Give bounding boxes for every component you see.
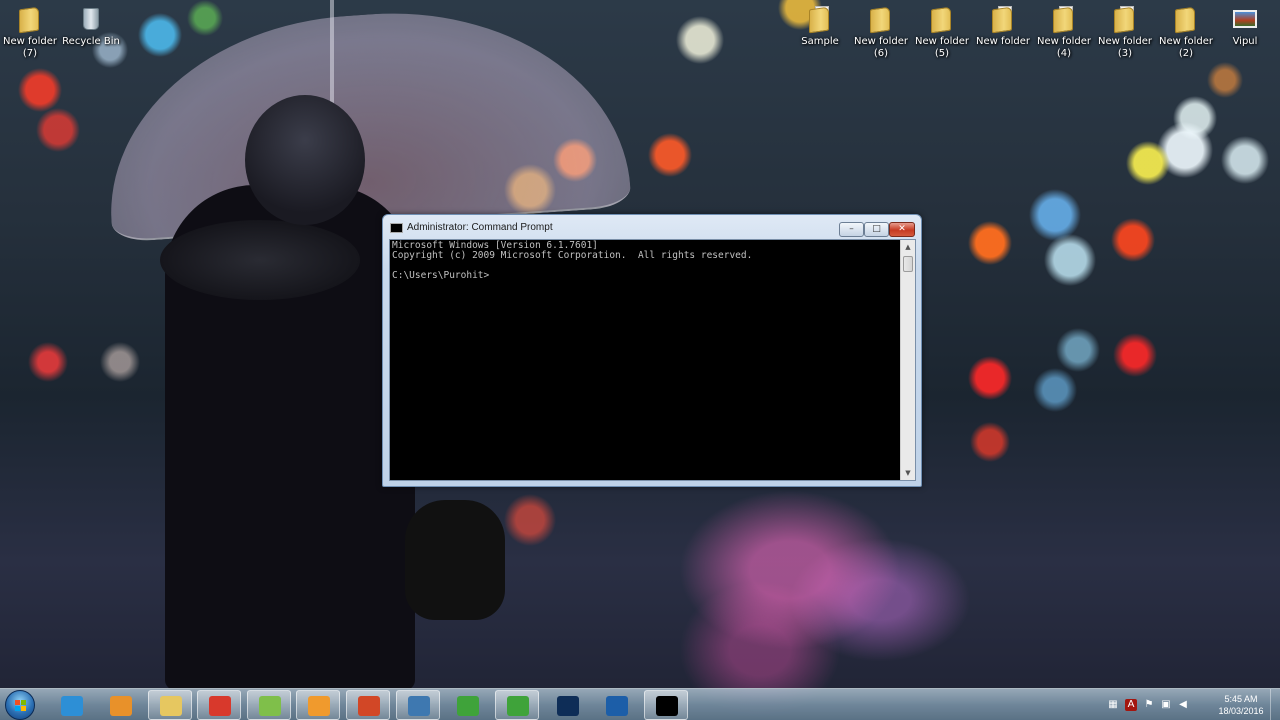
scroll-down-arrow-icon[interactable]: ▼	[901, 466, 915, 480]
desk-icon-label: (2)	[1178, 48, 1194, 59]
clock[interactable]: 5:45 AM 18/03/2016	[1213, 693, 1269, 717]
folder-icon	[807, 4, 833, 34]
recycle-bin-icon	[78, 4, 104, 34]
desk-icon-label: (7)	[22, 48, 38, 59]
folder-icon	[1112, 4, 1138, 34]
clock-date: 18/03/2016	[1218, 706, 1264, 716]
start-button[interactable]	[5, 690, 35, 720]
file-explorer-icon	[160, 696, 182, 716]
taskbar-sublime-text[interactable]	[296, 690, 340, 720]
media-center-icon	[606, 696, 628, 716]
internet-explorer-icon	[61, 696, 83, 716]
console-line: Copyright (c) 2009 Microsoft Corporation…	[392, 250, 753, 261]
desk-icon-label: (6)	[873, 48, 889, 59]
taskbar-command-prompt[interactable]	[644, 690, 688, 720]
desk-icon-label: (3)	[1117, 48, 1133, 59]
windows-update-icon[interactable]: ▦	[1107, 699, 1119, 711]
window-titlebar[interactable]: Administrator: Command Prompt – □ ✕	[383, 215, 921, 239]
picture-icon	[1232, 4, 1258, 34]
background-figure-head	[245, 95, 365, 225]
taskbar-microsoft-office[interactable]	[346, 690, 390, 720]
desk-icon-label: (4)	[1056, 48, 1072, 59]
desk-icon-sample[interactable]: Sample	[791, 4, 849, 48]
vertical-scrollbar[interactable]: ▲ ▼	[900, 240, 915, 480]
camtasia-recorder-icon	[507, 696, 529, 716]
taskbar: ▦ A ⚑ ▣ ◀ 5:45 AM 18/03/2016	[0, 688, 1280, 720]
office-icon	[358, 696, 380, 716]
scroll-up-arrow-icon[interactable]: ▲	[901, 240, 915, 254]
desk-icon-new-folder-5[interactable]: New folder (5)	[913, 4, 971, 60]
taskbar-file-explorer[interactable]	[148, 690, 192, 720]
desk-icon-new-folder-2[interactable]: New folder (2)	[1157, 4, 1215, 60]
background-figure-collar	[160, 220, 360, 300]
desk-icon-label: New folder	[853, 36, 909, 47]
desk-icon-label: (5)	[934, 48, 950, 59]
command-prompt-icon[interactable]	[390, 223, 403, 233]
folder-icon	[990, 4, 1016, 34]
desk-icon-label: New folder	[914, 36, 970, 47]
close-button[interactable]: ✕	[889, 222, 915, 237]
background-handbag	[405, 500, 505, 620]
desk-icon-recycle-bin[interactable]: Recycle Bin	[62, 4, 120, 48]
desk-icon-new-folder-6[interactable]: New folder (6)	[852, 4, 910, 60]
desk-icon-label: New folder	[1036, 36, 1092, 47]
taskbar-chrome[interactable]	[197, 690, 241, 720]
desk-icon-new-folder[interactable]: New folder	[974, 4, 1032, 48]
taskbar-camtasia[interactable]	[445, 690, 489, 720]
folder-icon	[17, 4, 43, 34]
scroll-thumb[interactable]	[903, 256, 913, 272]
console-output: Microsoft Windows [Version 6.1.7601] Copy…	[392, 241, 900, 281]
camtasia-icon	[457, 696, 479, 716]
action-center-flag-icon[interactable]: ⚑	[1143, 699, 1155, 711]
windows-logo-icon	[15, 700, 27, 712]
minimize-button[interactable]: –	[839, 222, 864, 237]
folder-icon	[1173, 4, 1199, 34]
taskbar-media-center[interactable]	[594, 690, 638, 720]
desk-icon-label: Vipul	[1232, 36, 1258, 47]
desk-icon-label: New folder	[1097, 36, 1153, 47]
desk-icon-label: New folder	[2, 36, 58, 47]
folder-icon	[868, 4, 894, 34]
chrome-icon	[209, 696, 231, 716]
python-icon	[408, 696, 430, 716]
desk-icon-label: Recycle Bin	[62, 36, 120, 47]
clock-time: 5:45 AM	[1224, 694, 1258, 704]
sublime-text-icon	[308, 696, 330, 716]
desk-icon-new-folder-3[interactable]: New folder (3)	[1096, 4, 1154, 60]
folder-icon	[929, 4, 955, 34]
acrobat-tray-icon[interactable]: A	[1125, 699, 1137, 711]
media-player-icon	[110, 696, 132, 716]
taskbar-photoshop[interactable]	[545, 690, 589, 720]
show-desktop-button[interactable]	[1270, 689, 1280, 720]
taskbar-camtasia-recorder[interactable]	[495, 690, 539, 720]
system-tray: ▦ A ⚑ ▣ ◀ 5:45 AM 18/03/2016	[1105, 689, 1280, 720]
desk-icon-label: New folder	[1158, 36, 1214, 47]
taskbar-internet-explorer[interactable]	[49, 690, 93, 720]
desk-icon-new-folder-7[interactable]: New folder (7)	[1, 4, 59, 60]
folder-icon	[1051, 4, 1077, 34]
console-area[interactable]: Microsoft Windows [Version 6.1.7601] Copy…	[389, 239, 916, 481]
command-prompt-icon	[656, 696, 678, 716]
console-line: C:\Users\Purohit>	[392, 270, 490, 281]
desk-icon-label: Sample	[801, 36, 839, 47]
window-title: Administrator: Command Prompt	[407, 222, 553, 233]
notepad-plus-icon	[259, 696, 281, 716]
taskbar-notepad-plus[interactable]	[247, 690, 291, 720]
desk-icon-vipul[interactable]: Vipul	[1216, 4, 1274, 48]
taskbar-python[interactable]	[396, 690, 440, 720]
network-icon[interactable]: ▣	[1160, 699, 1172, 711]
photoshop-icon	[557, 696, 579, 716]
taskbar-media-player[interactable]	[98, 690, 142, 720]
volume-icon[interactable]: ◀	[1177, 699, 1189, 711]
command-prompt-window[interactable]: Administrator: Command Prompt – □ ✕ Micr…	[382, 214, 922, 487]
maximize-button[interactable]: □	[864, 222, 889, 237]
desk-icon-label: New folder	[975, 36, 1031, 47]
desk-icon-new-folder-4[interactable]: New folder (4)	[1035, 4, 1093, 60]
